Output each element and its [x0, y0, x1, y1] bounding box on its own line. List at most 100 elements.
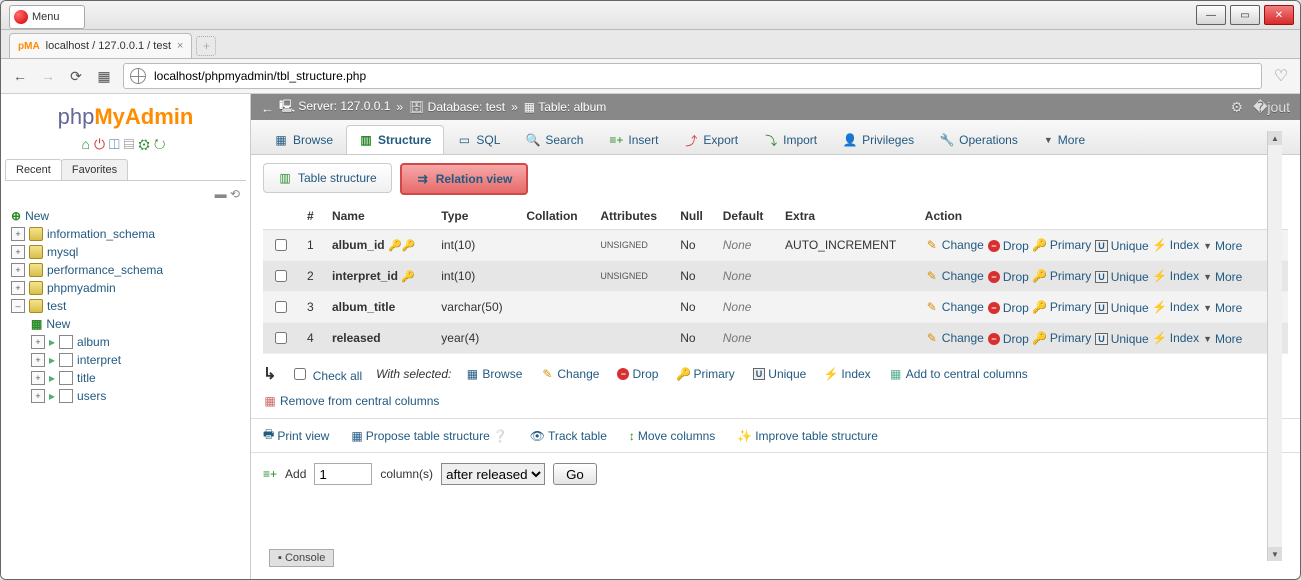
- action-index[interactable]: ⚡Index: [1153, 238, 1199, 252]
- action-more[interactable]: ▼More: [1203, 270, 1242, 284]
- tab-insert[interactable]: ≡+Insert: [596, 125, 671, 154]
- action-drop[interactable]: −Drop: [988, 239, 1029, 253]
- action-primary[interactable]: 🔑Primary: [1033, 238, 1091, 252]
- opera-menu-button[interactable]: Menu: [9, 5, 85, 29]
- sidebar-tab-favorites[interactable]: Favorites: [61, 159, 128, 180]
- action-drop[interactable]: −Drop: [988, 270, 1029, 284]
- url-input[interactable]: [152, 68, 1255, 84]
- link-propose[interactable]: ▦Propose table structure ❔: [351, 425, 507, 446]
- speed-dial-button[interactable]: ▦: [95, 67, 113, 85]
- col-name[interactable]: album_id: [332, 238, 385, 252]
- tree-db-information_schema[interactable]: +information_schema: [5, 225, 246, 243]
- action-change[interactable]: ✎Change: [925, 300, 984, 314]
- action-unique[interactable]: UUnique: [1095, 332, 1149, 346]
- action-unique[interactable]: UUnique: [1095, 270, 1149, 284]
- row-checkbox[interactable]: [275, 332, 287, 344]
- collapse-icon[interactable]: –: [11, 299, 25, 313]
- help-icon[interactable]: ❔: [493, 429, 508, 443]
- tree-db-test[interactable]: –test: [5, 297, 246, 315]
- check-all[interactable]: Check all: [290, 365, 362, 383]
- batch-drop[interactable]: −Drop: [617, 367, 658, 381]
- expand-icon[interactable]: +: [31, 353, 45, 367]
- add-position-select[interactable]: after released: [441, 463, 545, 485]
- settings-icon[interactable]: ⚙: [138, 136, 153, 152]
- tab-import[interactable]: ⤵Import: [751, 125, 830, 154]
- expand-icon[interactable]: +: [11, 245, 25, 259]
- action-more[interactable]: ▼More: [1203, 332, 1242, 346]
- close-button[interactable]: ✕: [1264, 5, 1294, 25]
- row-checkbox[interactable]: [275, 270, 287, 282]
- bc-table[interactable]: ▦ Table: album: [524, 100, 607, 114]
- home-icon[interactable]: ⌂: [82, 136, 94, 152]
- tree-table-title[interactable]: +▸title: [5, 369, 246, 387]
- action-change[interactable]: ✎Change: [925, 331, 984, 345]
- batch-remove-central[interactable]: ▦Remove from central columns: [263, 394, 439, 408]
- sidebar-tab-recent[interactable]: Recent: [5, 159, 62, 180]
- tree-db-mysql[interactable]: +mysql: [5, 243, 246, 261]
- action-index[interactable]: ⚡Index: [1153, 269, 1199, 283]
- tree-table-users[interactable]: +▸users: [5, 387, 246, 405]
- action-primary[interactable]: 🔑Primary: [1033, 269, 1091, 283]
- action-unique[interactable]: UUnique: [1095, 301, 1149, 315]
- sidebar-quick-icons[interactable]: ⌂⏻◫▤⚙↻: [5, 134, 246, 159]
- vertical-scrollbar[interactable]: ▲ ▼: [1267, 131, 1282, 561]
- tree-table-album[interactable]: +▸album: [5, 333, 246, 351]
- tab-privileges[interactable]: 👤Privileges: [830, 125, 927, 154]
- subtab-table-structure[interactable]: ▥Table structure: [263, 163, 392, 193]
- tab-sql[interactable]: ▭SQL: [444, 125, 513, 154]
- tree-table-interpret[interactable]: +▸interpret: [5, 351, 246, 369]
- tree-db-phpmyadmin[interactable]: +phpmyadmin: [5, 279, 246, 297]
- action-change[interactable]: ✎Change: [925, 238, 984, 252]
- link-track[interactable]: 👁Track table: [530, 425, 607, 446]
- subtab-relation-view[interactable]: ⇉Relation view: [400, 163, 529, 195]
- action-change[interactable]: ✎Change: [925, 269, 984, 283]
- sql-icon[interactable]: ◫: [109, 136, 124, 152]
- docs-icon[interactable]: ▤: [124, 136, 139, 152]
- action-unique[interactable]: UUnique: [1095, 239, 1149, 253]
- batch-browse[interactable]: ▦Browse: [465, 367, 522, 381]
- tab-browse[interactable]: ▦Browse: [261, 125, 346, 154]
- scroll-up-button[interactable]: ▲: [1268, 131, 1282, 145]
- reload-button[interactable]: ⟳: [67, 67, 85, 85]
- col-name[interactable]: interpret_id: [332, 269, 398, 283]
- reload-nav-icon[interactable]: ↻: [154, 136, 170, 152]
- tab-structure[interactable]: ▥Structure: [346, 125, 444, 154]
- tree-new[interactable]: ⊕New: [5, 207, 246, 225]
- expand-icon[interactable]: +: [31, 335, 45, 349]
- expand-icon[interactable]: +: [31, 389, 45, 403]
- tab-export[interactable]: ⤴Export: [671, 125, 751, 154]
- expand-icon[interactable]: +: [11, 281, 25, 295]
- expand-icon[interactable]: +: [11, 227, 25, 241]
- bookmark-button[interactable]: ♡: [1272, 67, 1290, 85]
- expand-icon[interactable]: +: [11, 263, 25, 277]
- action-primary[interactable]: 🔑Primary: [1033, 331, 1091, 345]
- action-index[interactable]: ⚡Index: [1153, 331, 1199, 345]
- sidebar-tools[interactable]: ▬ ⟲: [5, 185, 246, 203]
- link-move-columns[interactable]: ↕Move columns: [629, 425, 715, 446]
- forward-button[interactable]: →: [39, 67, 57, 85]
- exit-icon[interactable]: �jout: [1253, 99, 1290, 116]
- link-print-view[interactable]: 🖶Print view: [263, 425, 329, 446]
- bc-server[interactable]: 🖳 Server: 127.0.0.1: [279, 97, 390, 118]
- tab-close-icon[interactable]: ×: [177, 40, 183, 52]
- col-name[interactable]: released: [332, 331, 381, 345]
- settings-icon[interactable]: ⚙: [1231, 99, 1244, 116]
- action-more[interactable]: ▼More: [1203, 301, 1242, 315]
- tab-operations[interactable]: 🔧Operations: [927, 125, 1031, 154]
- link-improve[interactable]: ✨Improve table structure: [737, 425, 878, 446]
- action-drop[interactable]: −Drop: [988, 301, 1029, 315]
- scroll-down-button[interactable]: ▼: [1268, 547, 1282, 561]
- batch-index[interactable]: ⚡Index: [824, 367, 870, 381]
- action-index[interactable]: ⚡Index: [1153, 300, 1199, 314]
- action-drop[interactable]: −Drop: [988, 332, 1029, 346]
- action-more[interactable]: ▼More: [1203, 239, 1242, 253]
- batch-add-central[interactable]: ▦Add to central columns: [889, 367, 1028, 381]
- minimize-button[interactable]: —: [1196, 5, 1226, 25]
- browser-tab[interactable]: pMA localhost / 127.0.0.1 / test ×: [9, 33, 192, 58]
- expand-icon[interactable]: +: [31, 371, 45, 385]
- batch-unique[interactable]: UUnique: [753, 367, 807, 381]
- col-name[interactable]: album_title: [332, 300, 395, 314]
- action-primary[interactable]: 🔑Primary: [1033, 300, 1091, 314]
- tree-new-table[interactable]: ▦New: [5, 315, 246, 333]
- batch-primary[interactable]: 🔑Primary: [676, 367, 734, 381]
